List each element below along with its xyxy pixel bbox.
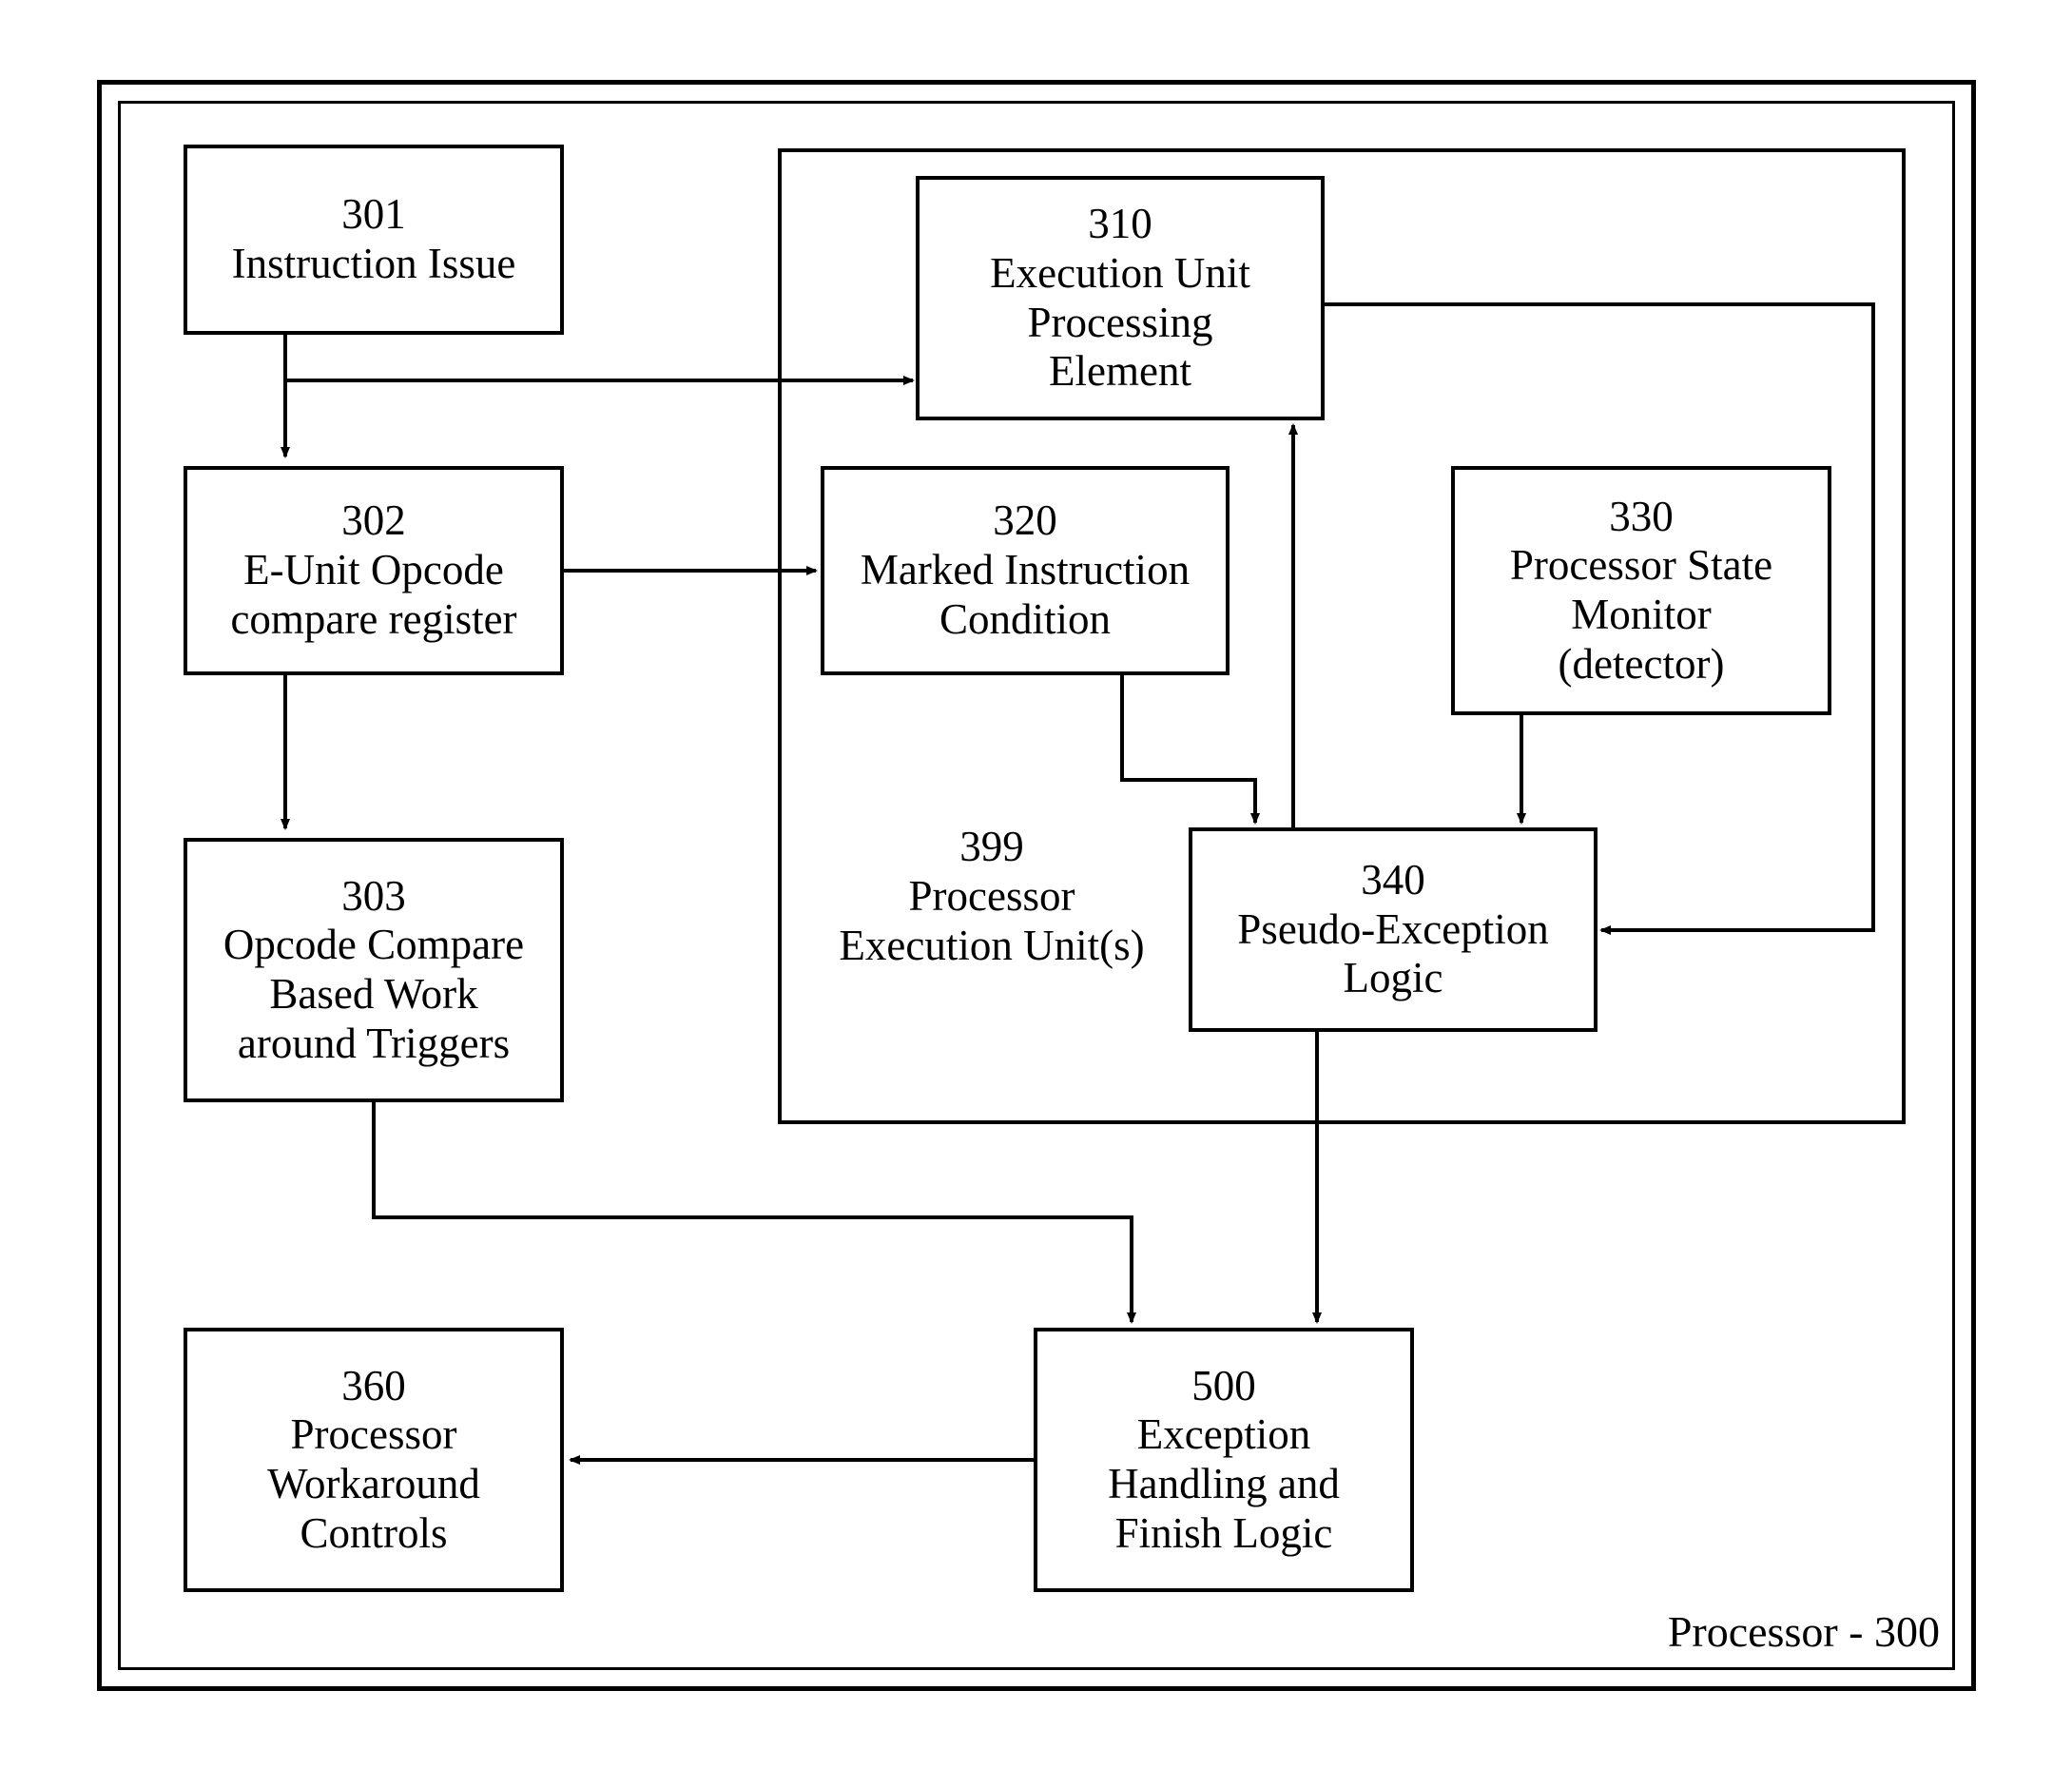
box-302-text2: compare register (230, 595, 516, 645)
box-302-text1: E-Unit Opcode (243, 546, 504, 595)
box-360: 360 Processor Workaround Controls (184, 1328, 564, 1592)
box-330-text2: Monitor (1571, 591, 1712, 640)
box-310-text1: Execution Unit (990, 249, 1250, 299)
box-320-num: 320 (993, 496, 1057, 546)
box-360-num: 360 (341, 1362, 406, 1411)
box-303-text3: around Triggers (238, 1020, 510, 1069)
box-360-text2: Workaround (267, 1460, 480, 1509)
box-340-text1: Pseudo-Exception (1237, 905, 1548, 955)
box-340-num: 340 (1361, 856, 1425, 905)
label-399-text1: Processor (806, 872, 1177, 922)
box-303: 303 Opcode Compare Based Work around Tri… (184, 838, 564, 1102)
box-302-num: 302 (341, 496, 406, 546)
box-303-text1: Opcode Compare (223, 921, 524, 970)
box-320-text2: Condition (939, 595, 1111, 645)
box-330-text1: Processor State (1510, 541, 1772, 591)
box-340-text2: Logic (1344, 954, 1443, 1003)
box-500-text1: Exception (1137, 1410, 1310, 1460)
box-330-text3: (detector) (1559, 640, 1725, 690)
box-360-text3: Controls (300, 1509, 447, 1559)
label-399-num: 399 (806, 823, 1177, 872)
processor-caption-label: Processor - (1668, 1607, 1864, 1656)
processor-caption: Processor - 300 (1617, 1607, 1940, 1658)
box-302: 302 E-Unit Opcode compare register (184, 466, 564, 675)
box-500-text2: Handling and (1108, 1460, 1340, 1509)
diagram-canvas: 301 Instruction Issue 302 E-Unit Opcode … (0, 0, 2072, 1788)
box-500-num: 500 (1191, 1362, 1256, 1411)
label-399: 399 Processor Execution Unit(s) (806, 823, 1177, 970)
box-303-text2: Based Work (269, 970, 477, 1020)
box-340: 340 Pseudo-Exception Logic (1189, 827, 1598, 1032)
box-301-text: Instruction Issue (232, 240, 516, 289)
processor-caption-num: 300 (1874, 1607, 1940, 1656)
box-330: 330 Processor State Monitor (detector) (1451, 466, 1831, 715)
box-303-num: 303 (341, 872, 406, 922)
box-301: 301 Instruction Issue (184, 145, 564, 335)
box-320: 320 Marked Instruction Condition (821, 466, 1230, 675)
box-310-text2: Processing (1028, 299, 1213, 348)
box-310-num: 310 (1088, 200, 1152, 249)
box-360-text1: Processor (291, 1410, 457, 1460)
box-301-num: 301 (341, 190, 406, 240)
box-320-text1: Marked Instruction (861, 546, 1190, 595)
box-310: 310 Execution Unit Processing Element (916, 176, 1325, 420)
box-330-num: 330 (1609, 493, 1674, 542)
label-399-text2: Execution Unit(s) (806, 922, 1177, 971)
box-500: 500 Exception Handling and Finish Logic (1034, 1328, 1414, 1592)
box-310-text3: Element (1049, 347, 1191, 397)
box-500-text3: Finish Logic (1115, 1509, 1333, 1559)
